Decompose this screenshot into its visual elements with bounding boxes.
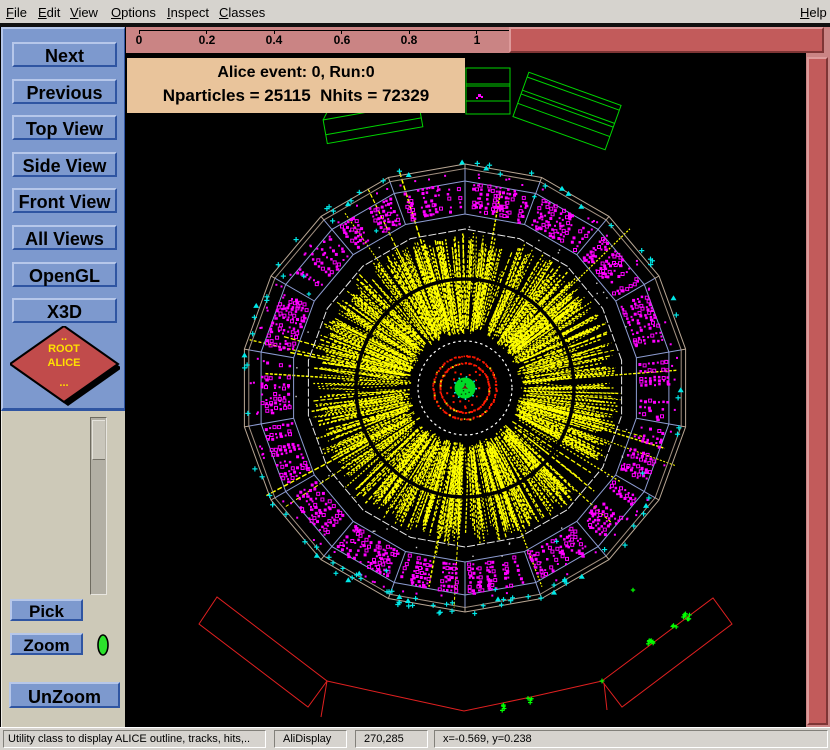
svg-text:ALICE: ALICE: [48, 357, 81, 369]
svg-text:...: ...: [59, 377, 68, 389]
svg-text:ROOT: ROOT: [48, 343, 80, 355]
svg-text:..: ..: [61, 331, 67, 343]
